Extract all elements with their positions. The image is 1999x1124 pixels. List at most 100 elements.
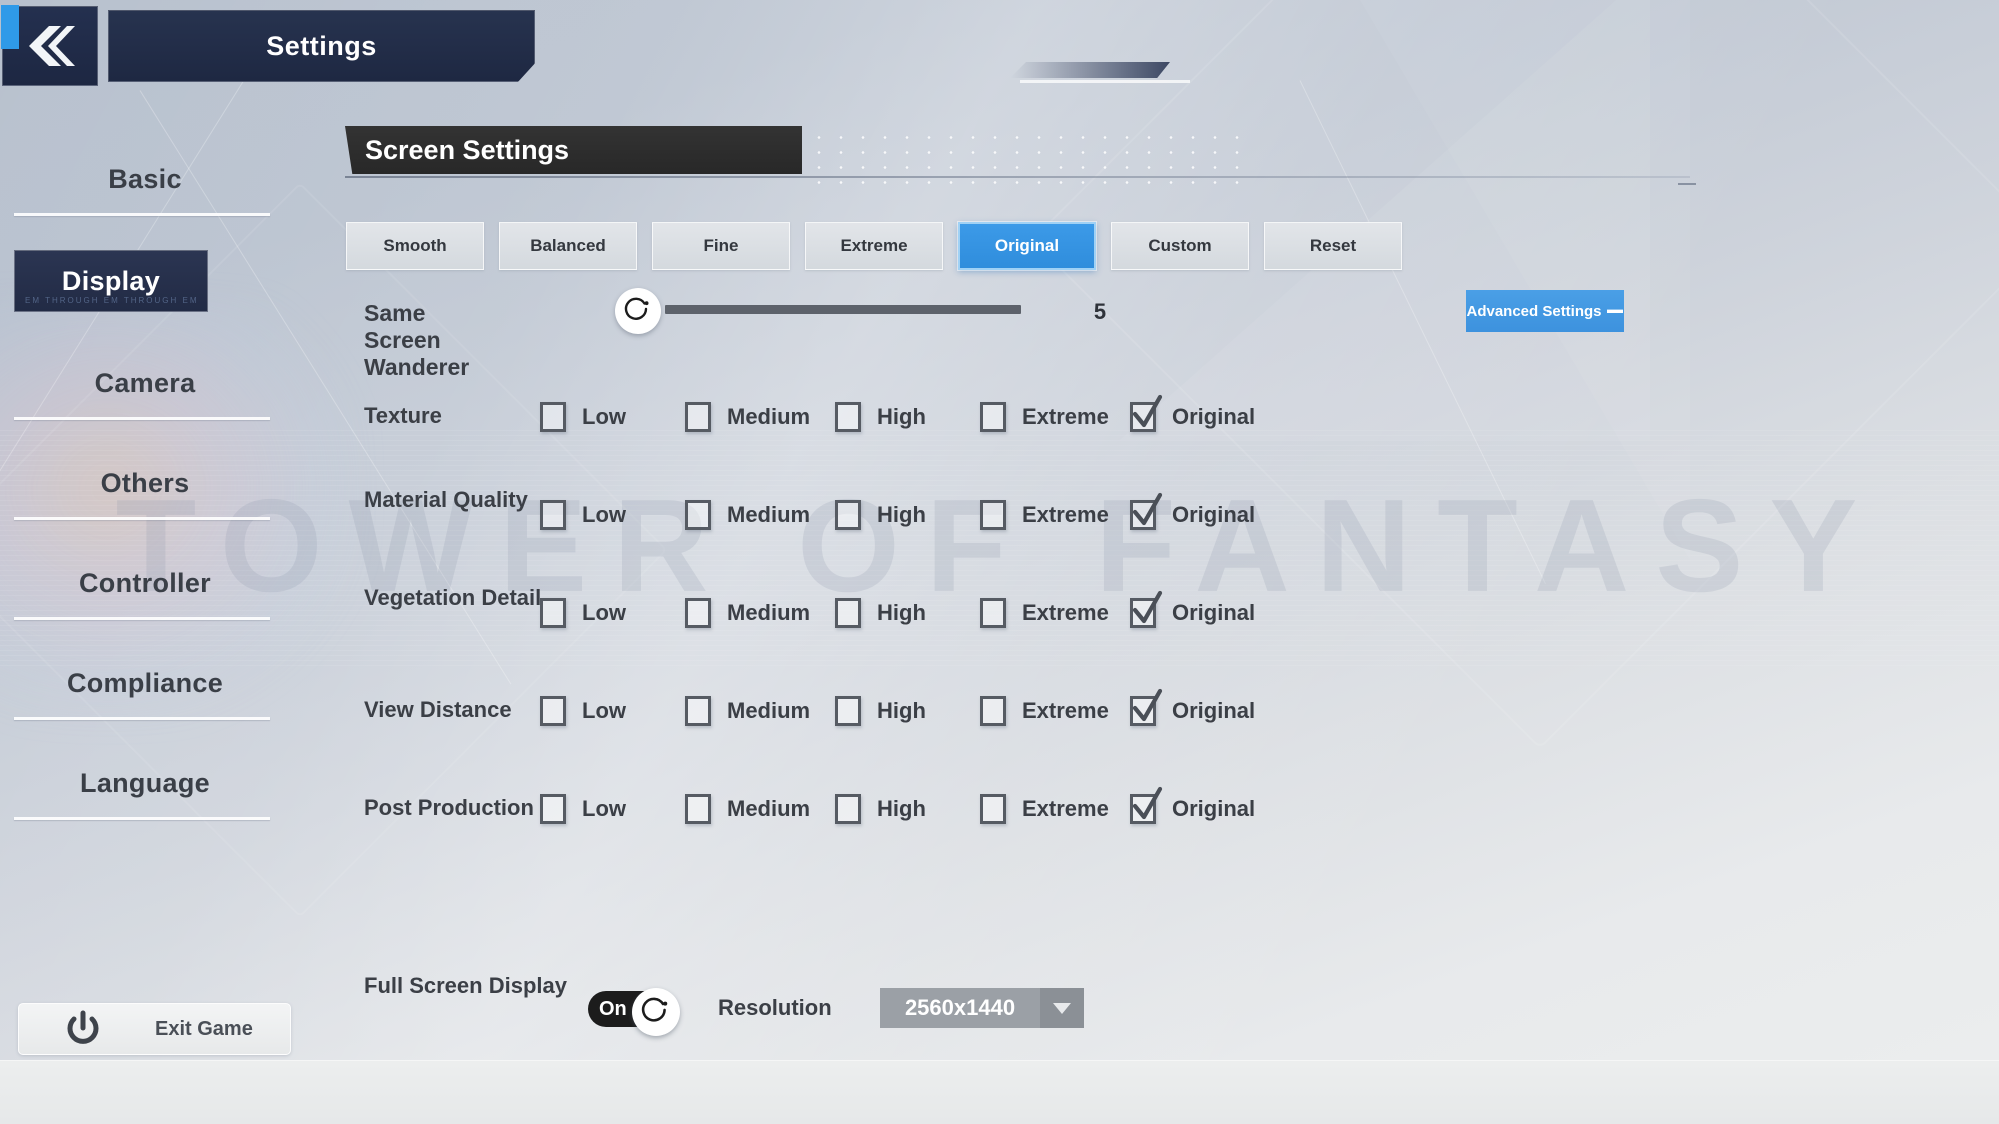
section-header: Screen Settings bbox=[345, 126, 802, 174]
sidebar-item-others[interactable]: Others bbox=[0, 454, 290, 520]
checkbox-box bbox=[835, 696, 861, 726]
preset-button-fine[interactable]: Fine bbox=[652, 222, 790, 270]
sidebar-item-divider bbox=[14, 717, 270, 720]
checkbox-extreme[interactable]: Extreme bbox=[980, 402, 1109, 432]
checkbox-label: Medium bbox=[727, 404, 811, 429]
checkbox-box bbox=[980, 402, 1006, 432]
sidebar-item-compliance[interactable]: Compliance bbox=[0, 654, 290, 720]
checkbox-label: Extreme bbox=[1022, 404, 1109, 429]
checkbox-label: High bbox=[877, 796, 926, 821]
resolution-select[interactable]: 2560x1440 bbox=[880, 988, 1084, 1028]
sidebar-item-basic[interactable]: Basic bbox=[0, 150, 290, 216]
checkmark-icon bbox=[1132, 394, 1163, 428]
checkmark-icon bbox=[1132, 786, 1163, 820]
checkbox-medium[interactable]: Medium bbox=[685, 696, 810, 726]
fullscreen-toggle[interactable]: On bbox=[588, 988, 682, 1036]
double-chevron-left-icon bbox=[29, 26, 75, 66]
checkbox-label: Medium bbox=[727, 796, 811, 821]
preset-button-original[interactable]: Original bbox=[958, 222, 1096, 270]
checkbox-medium[interactable]: Medium bbox=[685, 598, 810, 628]
preset-button-reset[interactable]: Reset bbox=[1264, 222, 1402, 270]
sidebar-item-language[interactable]: Language bbox=[0, 754, 290, 820]
circular-dial-icon bbox=[624, 297, 649, 320]
checkbox-box bbox=[835, 794, 861, 824]
sidebar-item-divider bbox=[14, 417, 270, 420]
toggle-knob bbox=[632, 988, 680, 1036]
slider-track[interactable] bbox=[665, 305, 1021, 314]
checkbox-label: Low bbox=[582, 796, 626, 821]
checkbox-box bbox=[540, 402, 566, 432]
checkbox-high[interactable]: High bbox=[835, 794, 926, 824]
checkbox-original[interactable]: Original bbox=[1130, 394, 1255, 432]
checkmark-icon bbox=[1132, 688, 1163, 722]
sidebar-item-controller[interactable]: Controller bbox=[0, 554, 290, 620]
checkbox-box bbox=[1130, 590, 1163, 628]
checkbox-box bbox=[685, 696, 711, 726]
checkbox-medium[interactable]: Medium bbox=[685, 402, 810, 432]
slider-knob[interactable] bbox=[615, 288, 661, 334]
checkbox-label: Low bbox=[582, 600, 626, 625]
checkbox-high[interactable]: High bbox=[835, 598, 926, 628]
checkbox-label: Original bbox=[1172, 796, 1256, 821]
resolution-value: 2560x1440 bbox=[904, 995, 1016, 1020]
checkbox-label: High bbox=[877, 600, 926, 625]
checkbox-label: High bbox=[877, 698, 926, 723]
checkbox-box bbox=[685, 402, 711, 432]
checkbox-original[interactable]: Original bbox=[1130, 688, 1255, 726]
checkbox-original[interactable]: Original bbox=[1130, 786, 1256, 824]
checkbox-original[interactable]: Original bbox=[1130, 590, 1256, 628]
settings-screen: TOWER OF FANTASY Settings Basic Display EM… bbox=[0, 0, 1999, 1124]
chevron-down-icon bbox=[1040, 988, 1084, 1028]
sidebar-active-ghost-text: EM THROUGH EM THROUGH EM THROUGH bbox=[25, 296, 201, 305]
sidebar-item-label: Compliance bbox=[66, 667, 224, 698]
checkbox-medium[interactable]: Medium bbox=[685, 500, 810, 530]
advanced-settings-button[interactable]: Advanced Settings bbox=[1466, 290, 1624, 332]
header-dot-pattern bbox=[808, 130, 1240, 190]
circular-dial-icon bbox=[641, 997, 668, 1022]
checkbox-low[interactable]: Low bbox=[540, 696, 626, 726]
checkbox-extreme[interactable]: Extreme bbox=[980, 500, 1109, 530]
advanced-settings-label: Advanced Settings bbox=[1466, 302, 1602, 320]
checkbox-box bbox=[835, 402, 861, 432]
checkbox-label: Extreme bbox=[1022, 698, 1109, 723]
fullscreen-label: Full Screen Display bbox=[364, 973, 567, 998]
checkbox-high[interactable]: High bbox=[835, 500, 926, 530]
checkbox-low[interactable]: Low bbox=[540, 500, 626, 530]
checkbox-box bbox=[540, 500, 566, 530]
sidebar-item-label: Controller bbox=[78, 567, 211, 598]
checkbox-high[interactable]: High bbox=[835, 696, 926, 726]
preset-button-balanced[interactable]: Balanced bbox=[499, 222, 637, 270]
checkbox-label: High bbox=[877, 404, 926, 429]
checkbox-box bbox=[1130, 688, 1163, 726]
checkbox-box bbox=[540, 794, 566, 824]
checkbox-extreme[interactable]: Extreme bbox=[980, 696, 1109, 726]
checkbox-original[interactable]: Original bbox=[1130, 492, 1255, 530]
checkbox-low[interactable]: Low bbox=[540, 402, 626, 432]
checkbox-medium[interactable]: Medium bbox=[685, 794, 810, 824]
checkbox-label: Original bbox=[1172, 600, 1256, 625]
slider-value: 5 bbox=[1093, 299, 1107, 324]
sidebar-item-camera[interactable]: Camera bbox=[0, 354, 290, 420]
exit-game-button[interactable]: Exit Game bbox=[18, 1003, 291, 1055]
preset-button-smooth[interactable]: Smooth bbox=[346, 222, 484, 270]
checkbox-box bbox=[835, 598, 861, 628]
back-button[interactable] bbox=[1, 5, 98, 86]
preset-button-custom[interactable]: Custom bbox=[1111, 222, 1249, 270]
checkbox-high[interactable]: High bbox=[835, 402, 926, 432]
sidebar-item-label: Language bbox=[80, 767, 210, 798]
sidebar-item-divider bbox=[14, 817, 270, 820]
preset-button-extreme[interactable]: Extreme bbox=[805, 222, 943, 270]
sidebar-item-divider bbox=[14, 617, 270, 620]
checkbox-extreme[interactable]: Extreme bbox=[980, 794, 1109, 824]
checkbox-label: Extreme bbox=[1022, 502, 1109, 527]
sidebar-item-display[interactable]: DisplayEM THROUGH EM THROUGH EM THROUGH bbox=[14, 250, 208, 312]
checkbox-box bbox=[1130, 786, 1163, 824]
checkbox-box bbox=[1130, 394, 1163, 432]
checkbox-box bbox=[835, 500, 861, 530]
bottom-strip bbox=[0, 1060, 1999, 1124]
checkbox-box bbox=[1130, 492, 1163, 530]
slider-label: Same Screen Wanderer bbox=[364, 300, 470, 380]
checkbox-extreme[interactable]: Extreme bbox=[980, 598, 1109, 628]
checkbox-low[interactable]: Low bbox=[540, 794, 626, 824]
checkbox-low[interactable]: Low bbox=[540, 598, 626, 628]
